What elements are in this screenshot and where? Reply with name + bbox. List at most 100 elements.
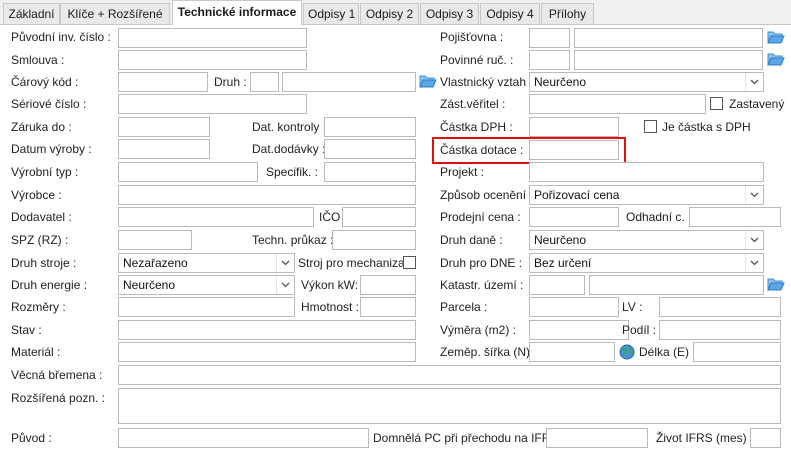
stroj-pro-mechanizaci-checkbox[interactable] <box>403 256 416 269</box>
zivot-ifrs-input[interactable] <box>750 428 781 448</box>
label-podil: Podíl : <box>622 323 657 337</box>
katastr-uzemi-code-input[interactable] <box>529 275 585 295</box>
label-vyrobce: Výrobce : <box>11 188 62 202</box>
tab-klice-rozsirene[interactable]: Klíče + Rozšířené <box>60 3 170 24</box>
zast-veritel-input[interactable] <box>529 94 706 114</box>
podil-input[interactable] <box>659 320 781 340</box>
label-druh-dane: Druh daně : <box>440 233 503 247</box>
vyrobce-input[interactable] <box>118 185 416 205</box>
delka-input[interactable] <box>693 342 781 362</box>
druh-code-input[interactable] <box>250 72 279 92</box>
druh-stroje-select[interactable]: Nezařazeno <box>118 253 295 273</box>
label-puvod: Původ : <box>11 431 52 445</box>
odhadni-c-input[interactable] <box>689 207 781 227</box>
label-povinne-ruc: Povinné ruč. : <box>440 53 514 67</box>
spz-input[interactable] <box>118 230 192 250</box>
smlouva-input[interactable] <box>118 50 307 70</box>
dodavatel-input[interactable] <box>118 207 314 227</box>
domnela-pc-input[interactable] <box>546 428 648 448</box>
label-stroj-pro-mechanizaci: Stroj pro mechanizaci <box>298 256 414 270</box>
chevron-down-icon[interactable] <box>745 231 763 249</box>
label-druh-energie: Druh energie : <box>11 278 88 292</box>
tab-prilohy[interactable]: Přílohy <box>541 3 594 24</box>
vyrobni-typ-input[interactable] <box>118 162 258 182</box>
dat-kontroly-input[interactable] <box>324 117 416 137</box>
globe-icon[interactable] <box>619 344 635 360</box>
stav-input[interactable] <box>118 320 416 340</box>
pojistovna-name-input[interactable] <box>574 28 763 48</box>
druh-dane-select[interactable]: Neurčeno <box>529 230 764 250</box>
label-dodavatel: Dodavatel : <box>11 210 72 224</box>
druh-dane-value: Neurčeno <box>534 233 587 247</box>
open-folder-icon[interactable] <box>767 51 785 67</box>
tab-odpisy-4[interactable]: Odpisy 4 <box>480 3 540 24</box>
techn-prukaz-input[interactable] <box>332 230 416 250</box>
label-zast-veritel: Zást.věřitel : <box>440 97 506 111</box>
vecna-bremena-input[interactable] <box>118 365 781 385</box>
castka-dotace-input[interactable] <box>529 140 619 160</box>
zaruka-do-input[interactable] <box>118 117 210 137</box>
hmotnost-input[interactable] <box>360 297 416 317</box>
label-zastaveny: Zastavený <box>729 97 785 111</box>
label-castka-dph: Částka DPH : <box>440 120 513 134</box>
druh-pro-dne-value: Bez určení <box>534 256 592 270</box>
label-vlastnicky-vztah: Vlastnický vztah : <box>440 75 533 89</box>
povinne-ruc-code-input[interactable] <box>529 50 570 70</box>
chevron-down-icon[interactable] <box>745 73 763 91</box>
projekt-input[interactable] <box>529 162 764 182</box>
prodejni-cena-input[interactable] <box>529 207 619 227</box>
carovy-kod-input[interactable] <box>118 72 208 92</box>
open-folder-icon[interactable] <box>419 73 437 89</box>
datum-vyroby-input[interactable] <box>118 139 210 159</box>
open-folder-icon[interactable] <box>767 29 785 45</box>
zpusob-oceneni-select[interactable]: Pořizovací cena <box>529 185 764 205</box>
katastr-uzemi-name-input[interactable] <box>589 275 764 295</box>
label-ico: IČO <box>319 210 341 224</box>
chevron-down-icon[interactable] <box>276 276 294 294</box>
chevron-down-icon[interactable] <box>745 254 763 272</box>
label-vyrobni-typ: Výrobní typ : <box>11 165 79 179</box>
ico-input[interactable] <box>342 207 416 227</box>
dat-dodavky-input[interactable] <box>324 139 416 159</box>
rozsirena-pozn-textarea[interactable] <box>118 388 781 424</box>
chevron-down-icon[interactable] <box>276 254 294 272</box>
druh-energie-select[interactable]: Neurčeno <box>118 275 295 295</box>
povinne-ruc-name-input[interactable] <box>574 50 763 70</box>
specifik-input[interactable] <box>324 162 416 182</box>
pojistovna-code-input[interactable] <box>529 28 570 48</box>
rozmery-input[interactable] <box>118 297 295 317</box>
tab-odpisy-2[interactable]: Odpisy 2 <box>360 3 419 24</box>
druh-pro-dne-select[interactable]: Bez určení <box>529 253 764 273</box>
lv-input[interactable] <box>659 297 781 317</box>
puvod-input[interactable] <box>118 428 369 448</box>
label-delka: Délka (E) : <box>639 345 696 359</box>
material-input[interactable] <box>118 342 416 362</box>
label-lv: LV : <box>622 300 643 314</box>
seriove-cislo-input[interactable] <box>118 94 307 114</box>
puvodni-inv-cislo-input[interactable] <box>118 28 307 48</box>
zemep-sirka-input[interactable] <box>529 342 615 362</box>
parcela-input[interactable] <box>529 297 619 317</box>
vlastnicky-vztah-select[interactable]: Neurčeno <box>529 72 764 92</box>
vymera-input[interactable] <box>529 320 629 340</box>
zpusob-oceneni-value: Pořizovací cena <box>534 188 620 202</box>
chevron-down-icon[interactable] <box>745 186 763 204</box>
vykon-kw-input[interactable] <box>360 275 416 295</box>
label-vecna-bremena: Věcná břemena : <box>11 368 103 382</box>
label-katastr-uzemi: Katastr. území : <box>440 278 524 292</box>
je-castka-s-dph-checkbox[interactable] <box>644 120 657 133</box>
open-folder-icon[interactable] <box>767 276 785 292</box>
tab-zakladni[interactable]: Základní <box>3 3 60 24</box>
zastaveny-checkbox[interactable] <box>710 97 723 110</box>
label-stav: Stav : <box>11 323 42 337</box>
label-vymera: Výměra (m2) : <box>440 323 517 337</box>
label-zaruka-do: Záruka do : <box>11 120 72 134</box>
tab-technicke-informace[interactable]: Technické informace <box>172 0 302 25</box>
label-pojistovna: Pojišťovna : <box>440 30 504 44</box>
label-puvodni-inv-cislo: Původní inv. číslo : <box>11 30 111 44</box>
druh-name-input[interactable] <box>282 72 416 92</box>
tab-odpisy-1[interactable]: Odpisy 1 <box>303 3 359 24</box>
label-prodejni-cena: Prodejní cena : <box>440 210 521 224</box>
tab-odpisy-3[interactable]: Odpisy 3 <box>420 3 479 24</box>
castka-dph-input[interactable] <box>529 117 619 137</box>
